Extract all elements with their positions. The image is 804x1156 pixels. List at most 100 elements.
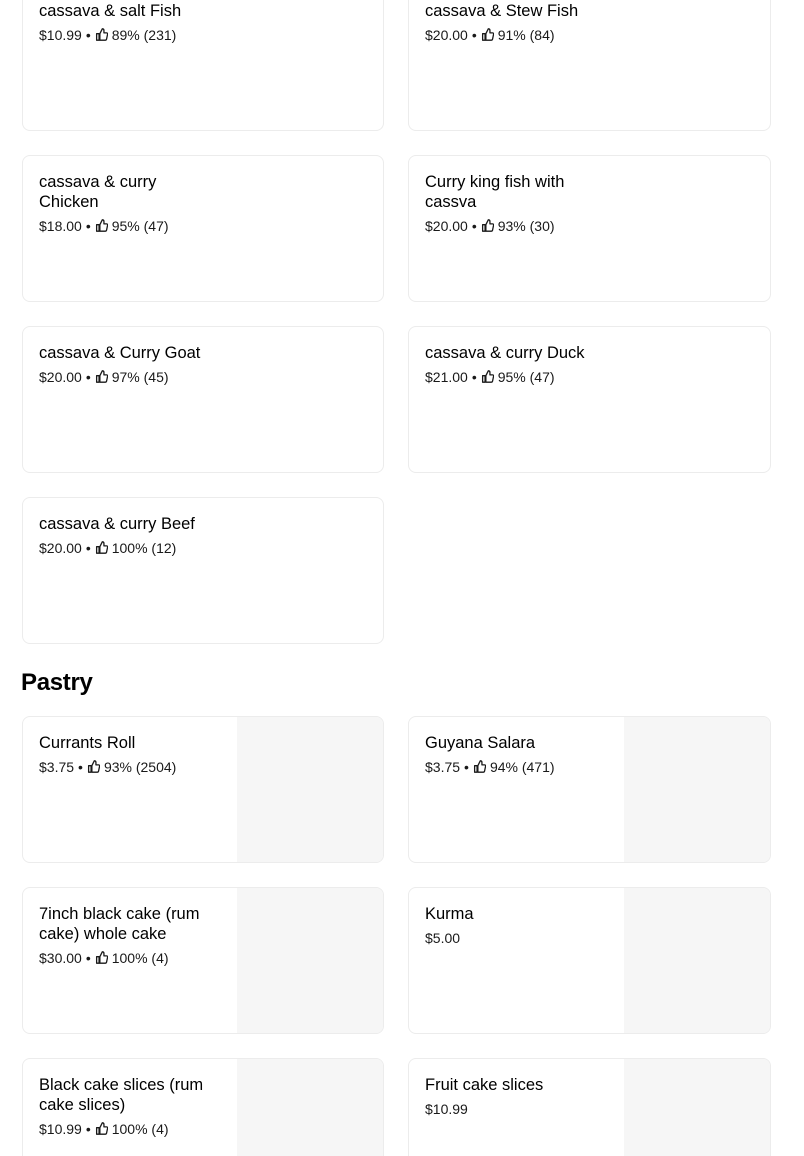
thumbs-up-icon xyxy=(481,369,494,383)
menu-item-rating: 89% (231) xyxy=(111,27,177,43)
menu-item-name: Fruit cake slices xyxy=(425,1076,544,1094)
separator-dot: • xyxy=(85,27,91,43)
menu-item-text: cassava & curry Beef $20.00 • 100% (12) xyxy=(39,514,229,557)
menu-item-rating: 91% (84) xyxy=(497,27,555,43)
menu-item-price: $18.00 xyxy=(39,218,82,234)
menu-item-meta: $10.99 • 100% (4) xyxy=(39,1120,229,1138)
menu-item-rating: 95% (47) xyxy=(497,369,555,385)
menu-item-image xyxy=(237,717,383,862)
menu-item-text: cassava & Stew Fish $20.00 • 91% (84) xyxy=(425,1,615,44)
menu-item-text: cassava & Curry Goat $20.00 • 97% (45) xyxy=(39,343,229,386)
separator-dot: • xyxy=(471,369,477,385)
menu-item-meta: $20.00 • 93% (30) xyxy=(425,217,615,235)
separator-dot: • xyxy=(471,218,477,234)
menu-item-name: Black cake slices (rum cake slices) xyxy=(39,1076,204,1114)
menu-item-name: cassava & Stew Fish xyxy=(425,2,579,20)
menu-item-card[interactable]: cassava & Stew Fish $20.00 • 91% (84) xyxy=(408,0,771,131)
menu-item-rating: 100% (4) xyxy=(111,950,169,966)
menu-item-price: $10.99 xyxy=(39,1121,82,1137)
separator-dot: • xyxy=(85,950,91,966)
menu-item-price: $20.00 xyxy=(425,218,468,234)
thumbs-up-icon xyxy=(95,1121,108,1135)
menu-item-meta: $3.75 • 94% (471) xyxy=(425,758,615,776)
menu-item-rating: 93% (30) xyxy=(497,218,555,234)
thumbs-up-icon xyxy=(473,759,486,773)
menu-item-price: $20.00 xyxy=(425,27,468,43)
menu-item-price: $10.99 xyxy=(425,1101,468,1117)
menu-item-price: $21.00 xyxy=(425,369,468,385)
separator-dot: • xyxy=(78,759,83,775)
menu-item-rating: 94% (471) xyxy=(489,759,555,775)
thumbs-up-icon xyxy=(481,218,494,232)
menu-item-image xyxy=(624,888,770,1033)
menu-item-rating: 97% (45) xyxy=(111,369,169,385)
menu-item-name: Kurma xyxy=(425,905,474,923)
menu-item-card[interactable]: 7inch black cake (rum cake) whole cake $… xyxy=(22,887,384,1034)
menu-item-card[interactable]: Black cake slices (rum cake slices) $10.… xyxy=(22,1058,384,1156)
menu-item-meta: $5.00 xyxy=(425,929,615,947)
menu-item-name: Guyana Salara xyxy=(425,734,536,752)
menu-item-text: Curry king fish with cassva $20.00 • 93%… xyxy=(425,172,615,235)
thumbs-up-icon xyxy=(481,27,494,41)
menu-item-name: cassava & curry Duck xyxy=(425,344,585,362)
menu-item-name: cassava & salt Fish xyxy=(39,2,182,20)
menu-item-name: 7inch black cake (rum cake) whole cake xyxy=(39,905,200,943)
menu-item-meta: $20.00 • 100% (12) xyxy=(39,539,229,557)
menu-item-price: $5.00 xyxy=(425,930,461,946)
menu-item-meta: $30.00 • 100% (4) xyxy=(39,949,229,967)
menu-item-text: 7inch black cake (rum cake) whole cake $… xyxy=(39,904,229,967)
menu-item-text: cassava & salt Fish $10.99 • 89% (231) xyxy=(39,1,229,44)
menu-page: cassava & salt Fish $10.99 • 89% (231) c… xyxy=(0,0,804,1156)
separator-dot: • xyxy=(85,540,91,556)
menu-item-text: Currants Roll $3.75 • 93% (2504) xyxy=(39,733,229,776)
separator-dot: • xyxy=(85,1121,91,1137)
menu-item-meta: $10.99 • 89% (231) xyxy=(39,26,229,44)
section-title-pastry: Pastry xyxy=(21,669,93,696)
menu-item-name: cassava & curry Beef xyxy=(39,515,195,533)
menu-item-card[interactable]: Curry king fish with cassva $20.00 • 93%… xyxy=(408,155,771,302)
menu-item-meta: $10.99 xyxy=(425,1100,615,1118)
menu-item-meta: $21.00 • 95% (47) xyxy=(425,368,615,386)
menu-item-text: Fruit cake slices $10.99 xyxy=(425,1075,615,1118)
menu-item-meta: $18.00 • 95% (47) xyxy=(39,217,229,235)
menu-item-image xyxy=(624,1059,770,1156)
menu-item-price: $20.00 xyxy=(39,540,82,556)
menu-item-meta: $20.00 • 91% (84) xyxy=(425,26,615,44)
menu-item-price: $20.00 xyxy=(39,369,82,385)
menu-item-name: Curry king fish with cassva xyxy=(425,173,565,211)
thumbs-up-icon xyxy=(95,27,108,41)
menu-item-card[interactable]: cassava & curry Chicken $18.00 • 95% (47… xyxy=(22,155,384,302)
menu-item-card[interactable]: cassava & curry Duck $21.00 • 95% (47) xyxy=(408,326,771,473)
menu-item-text: cassava & curry Chicken $18.00 • 95% (47… xyxy=(39,172,229,235)
menu-item-text: Guyana Salara $3.75 • 94% (471) xyxy=(425,733,615,776)
menu-item-image xyxy=(237,1059,383,1156)
menu-item-image xyxy=(624,717,770,862)
separator-dot: • xyxy=(85,218,91,234)
menu-item-price: $3.75 xyxy=(39,759,75,775)
menu-item-rating: 100% (4) xyxy=(111,1121,169,1137)
menu-item-name: cassava & curry Chicken xyxy=(39,173,157,211)
menu-item-card[interactable]: cassava & salt Fish $10.99 • 89% (231) xyxy=(22,0,384,131)
menu-item-price: $10.99 xyxy=(39,27,82,43)
menu-item-rating: 95% (47) xyxy=(111,218,169,234)
menu-item-card[interactable]: Fruit cake slices $10.99 xyxy=(408,1058,771,1156)
menu-item-name: cassava & Curry Goat xyxy=(39,344,201,362)
thumbs-up-icon xyxy=(87,759,100,773)
menu-item-card[interactable]: Kurma $5.00 xyxy=(408,887,771,1034)
menu-item-text: Black cake slices (rum cake slices) $10.… xyxy=(39,1075,229,1138)
menu-item-card[interactable]: cassava & curry Beef $20.00 • 100% (12) xyxy=(22,497,384,644)
menu-item-text: cassava & curry Duck $21.00 • 95% (47) xyxy=(425,343,615,386)
menu-item-card[interactable]: Guyana Salara $3.75 • 94% (471) xyxy=(408,716,771,863)
menu-item-meta: $20.00 • 97% (45) xyxy=(39,368,229,386)
menu-item-meta: $3.75 • 93% (2504) xyxy=(39,758,229,776)
separator-dot: • xyxy=(464,759,469,775)
menu-item-card[interactable]: Currants Roll $3.75 • 93% (2504) xyxy=(22,716,384,863)
thumbs-up-icon xyxy=(95,950,108,964)
thumbs-up-icon xyxy=(95,369,108,383)
menu-item-rating: 93% (2504) xyxy=(103,759,177,775)
menu-item-card[interactable]: cassava & Curry Goat $20.00 • 97% (45) xyxy=(22,326,384,473)
separator-dot: • xyxy=(471,27,477,43)
menu-item-image xyxy=(237,888,383,1033)
menu-item-rating: 100% (12) xyxy=(111,540,177,556)
menu-item-price: $30.00 xyxy=(39,950,82,966)
